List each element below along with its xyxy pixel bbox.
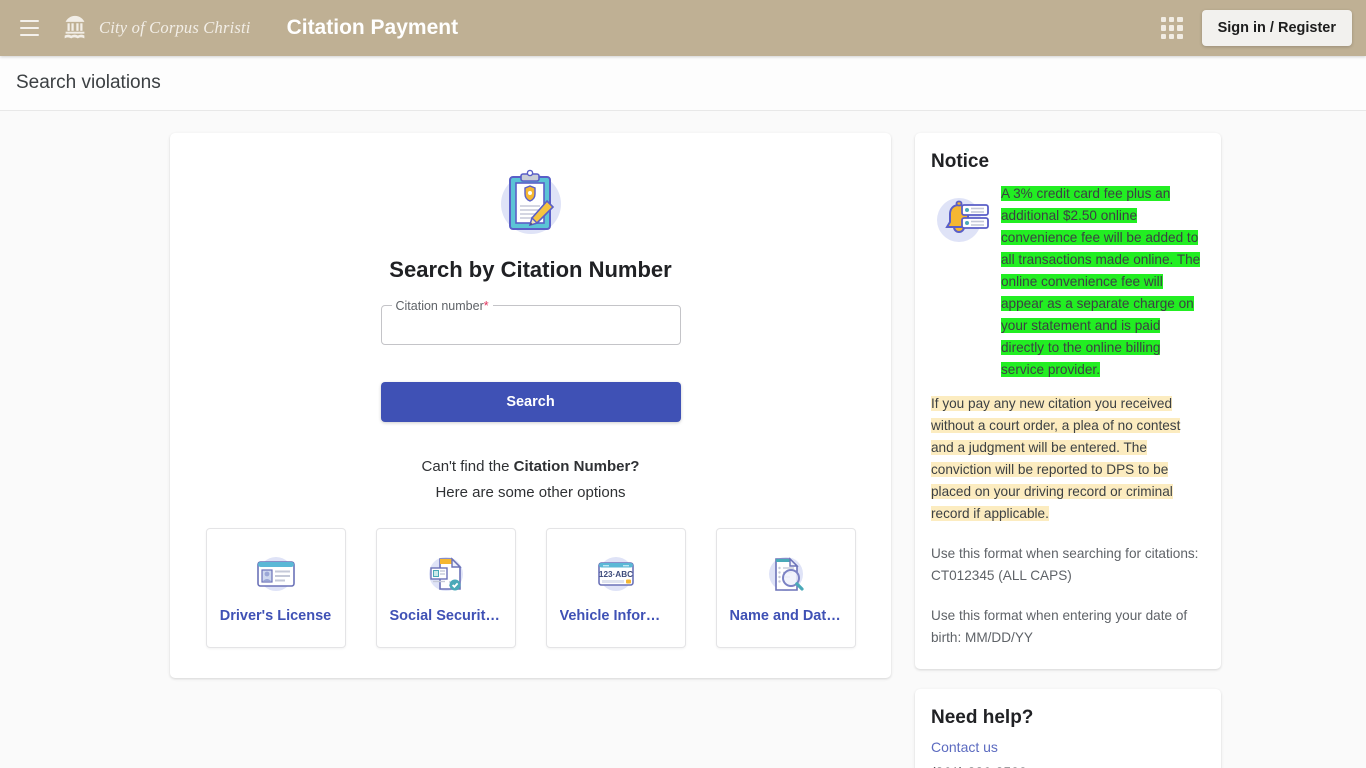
page-content: Search by Citation Number Citation numbe… — [0, 111, 1366, 768]
required-asterisk: * — [483, 299, 489, 313]
search-button[interactable]: Search — [380, 382, 681, 422]
option-label: Vehicle Information — [559, 608, 672, 624]
notice-paragraph-yellow: If you pay any new citation you received… — [931, 396, 1181, 521]
option-card-vehicle-info[interactable]: 123·ABC Vehicle Information — [545, 528, 686, 648]
search-citation-card: Search by Citation Number Citation numbe… — [170, 133, 891, 678]
option-label: Social Security Number — [389, 608, 502, 624]
alternate-search-options: Driver's License Social Security 123·ABC… — [190, 528, 871, 648]
helper-line-2: Here are some other options — [435, 484, 626, 501]
notice-title: Notice — [931, 151, 990, 172]
drivers-license-icon — [256, 557, 295, 591]
page-title-bar: Search violations — [0, 56, 1366, 111]
option-card-social-security[interactable]: Social Security Number — [375, 528, 516, 648]
contact-us-link[interactable]: Contact us — [931, 739, 1205, 755]
helper-strong: Citation Number? — [513, 458, 640, 475]
search-helper-text: Can't find the Citation Number? Here are… — [190, 454, 871, 506]
sign-in-register-button[interactable]: Sign in / Register — [1201, 10, 1352, 46]
citation-clipboard-icon — [500, 169, 561, 234]
need-help-card: Need help? Contact us (361) 826-2500 — [915, 689, 1221, 768]
need-help-title: Need help? — [931, 707, 1034, 728]
option-label: Name and Date of Birth — [729, 608, 842, 624]
document-search-icon — [768, 557, 804, 591]
helper-line-1: Can't find the Citation Number? — [421, 458, 640, 475]
app-header: City of Corpus Christi Citation Payment … — [0, 0, 1366, 56]
notification-bell-icon — [937, 198, 989, 242]
citation-number-field: Citation number* — [380, 298, 681, 345]
hamburger-menu-icon[interactable] — [14, 13, 44, 43]
social-security-document-icon — [428, 557, 463, 591]
option-label: Driver's License — [219, 608, 332, 624]
right-column: Notice A 3% credit card fee plus an addi… — [915, 133, 1221, 768]
header-actions: Sign in / Register — [1160, 10, 1352, 46]
notice-paragraph-green: A 3% credit card fee plus an additional … — [1001, 186, 1201, 377]
brand-name: City of Corpus Christi — [99, 18, 251, 37]
brand-logo-link[interactable]: City of Corpus Christi — [60, 13, 251, 43]
option-card-name-dob[interactable]: Name and Date of Birth — [715, 528, 856, 648]
license-plate-icon: 123·ABC — [597, 557, 634, 591]
help-phone-number: (361) 826-2500 — [931, 764, 1205, 768]
left-column: Search by Citation Number Citation numbe… — [170, 133, 891, 678]
notice-card: Notice A 3% credit card fee plus an addi… — [915, 133, 1221, 669]
app-title: Citation Payment — [286, 16, 459, 39]
apps-grid-icon[interactable] — [1160, 16, 1184, 40]
citation-number-label: Citation number* — [391, 298, 493, 314]
city-seal-icon — [64, 15, 85, 39]
option-card-drivers-license[interactable]: Driver's License — [205, 528, 346, 648]
notice-format-dob: Use this format when entering your date … — [931, 608, 1188, 645]
notice-format-citation: Use this format when searching for citat… — [931, 546, 1199, 583]
search-heading: Search by Citation Number — [389, 257, 672, 282]
svg-text:123·ABC: 123·ABC — [598, 570, 632, 579]
page-title: Search violations — [16, 72, 161, 93]
